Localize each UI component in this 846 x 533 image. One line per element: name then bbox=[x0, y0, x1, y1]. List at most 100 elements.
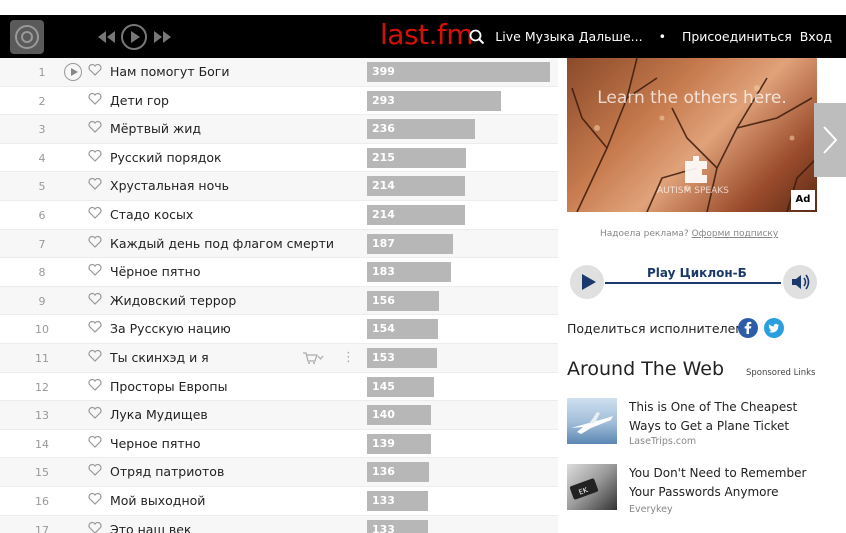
sponsored-item[interactable]: EK You Don't Need to Remember Your Passw… bbox=[567, 464, 837, 526]
listener-count: 214 bbox=[372, 207, 395, 221]
track-row[interactable]: 8 Чёрное пятно 183 bbox=[0, 258, 558, 287]
track-row[interactable]: 11 Ты скинхэд и я ⋮ 153 bbox=[0, 343, 558, 373]
track-title[interactable]: Русский порядок bbox=[110, 150, 222, 165]
track-title[interactable]: Это наш век bbox=[110, 522, 191, 533]
lastfm-logo[interactable]: last.fm bbox=[380, 18, 474, 51]
play-button[interactable] bbox=[570, 265, 604, 299]
listener-bar: 154 bbox=[367, 319, 438, 340]
heart-icon[interactable] bbox=[88, 435, 102, 449]
track-title[interactable]: Дети гор bbox=[110, 93, 169, 108]
facebook-icon[interactable] bbox=[738, 318, 758, 338]
track-row[interactable]: 3 Мёртвый жид 236 bbox=[0, 115, 558, 144]
key-thumbnail[interactable]: EK bbox=[567, 464, 617, 510]
track-row[interactable]: 2 Дети гор 293 bbox=[0, 87, 558, 116]
heart-icon[interactable] bbox=[88, 177, 102, 191]
track-title[interactable]: Нам помогут Боги bbox=[110, 64, 230, 79]
track-title[interactable]: Лука Мудищев bbox=[110, 407, 208, 422]
listener-bar: 215 bbox=[367, 147, 466, 168]
track-number: 16 bbox=[35, 494, 49, 508]
heart-icon[interactable] bbox=[88, 463, 102, 477]
heart-icon[interactable] bbox=[88, 349, 102, 363]
next-track-icon[interactable] bbox=[152, 24, 172, 50]
track-title[interactable]: Жидовский террор bbox=[110, 293, 236, 308]
track-title[interactable]: Стадо косых bbox=[110, 207, 193, 222]
scrobble-logo-icon[interactable] bbox=[10, 20, 44, 54]
track-title[interactable]: Отряд патриотов bbox=[110, 464, 224, 479]
sponsored-links-label[interactable]: Sponsored Links bbox=[746, 368, 815, 378]
more-options-icon[interactable]: ⋮ bbox=[342, 350, 355, 365]
heart-icon[interactable] bbox=[88, 149, 102, 163]
track-row[interactable]: 6 Стадо косых 214 bbox=[0, 201, 558, 230]
heart-icon[interactable] bbox=[88, 63, 102, 77]
track-row[interactable]: 10 За Русскую нацию 154 bbox=[0, 315, 558, 344]
ad-headline: Learn the others here. bbox=[597, 88, 787, 108]
track-row[interactable]: 5 Хрустальная ночь 214 bbox=[0, 172, 558, 201]
heart-icon[interactable] bbox=[88, 120, 102, 134]
track-title[interactable]: Мой выходной bbox=[110, 493, 205, 508]
sponsored-item-title[interactable]: You Don't Need to Remember Your Password… bbox=[629, 464, 829, 502]
track-number: 15 bbox=[35, 466, 49, 480]
play-track-icon[interactable] bbox=[64, 63, 82, 81]
track-number: 10 bbox=[35, 323, 49, 337]
track-title[interactable]: Черное пятно bbox=[110, 436, 200, 451]
nav-music[interactable]: Музыка bbox=[525, 29, 575, 44]
buy-cart-icon[interactable] bbox=[302, 351, 324, 365]
heart-icon[interactable] bbox=[88, 320, 102, 334]
track-title[interactable]: За Русскую нацию bbox=[110, 321, 231, 336]
player-label[interactable]: Play Циклон-Б bbox=[647, 266, 747, 280]
listener-count: 140 bbox=[372, 408, 395, 422]
track-number: 13 bbox=[35, 409, 49, 423]
subscribe-link[interactable]: Оформи подписку bbox=[692, 229, 779, 239]
page: last.fm Live Музыка Дальше... • Присоеди… bbox=[0, 0, 846, 533]
track-number: 17 bbox=[35, 523, 49, 533]
track-row[interactable]: 1 Нам помогут Боги 399 bbox=[0, 58, 558, 87]
track-title[interactable]: Ты скинхэд и я bbox=[110, 350, 209, 365]
track-row[interactable]: 13 Лука Мудищев 140 bbox=[0, 401, 558, 430]
track-row[interactable]: 7 Каждый день под флагом смерти 187 bbox=[0, 229, 558, 259]
nav-more[interactable]: Дальше... bbox=[579, 29, 643, 44]
track-title[interactable]: Чёрное пятно bbox=[110, 264, 200, 279]
listener-bar: 133 bbox=[367, 519, 428, 533]
nav-live[interactable]: Live bbox=[495, 29, 521, 44]
search-icon[interactable] bbox=[469, 29, 485, 45]
listener-bar: 145 bbox=[367, 376, 434, 397]
track-title[interactable]: Мёртвый жид bbox=[110, 121, 201, 136]
track-list: 1 Нам помогут Боги 399 2 Дети гор 293 3 … bbox=[0, 58, 558, 533]
join-link[interactable]: Присоединиться bbox=[682, 29, 792, 44]
track-row[interactable]: 12 Просторы Европы 145 bbox=[0, 373, 558, 402]
track-row[interactable]: 17 Это наш век 133 bbox=[0, 515, 558, 533]
listener-count: 183 bbox=[372, 265, 395, 279]
ad-banner[interactable]: Learn the others here. AUTISM SPEAKS Ad bbox=[567, 58, 817, 212]
heart-icon[interactable] bbox=[88, 263, 102, 277]
heart-icon[interactable] bbox=[88, 521, 102, 533]
heart-icon[interactable] bbox=[88, 492, 102, 506]
track-number: 2 bbox=[38, 94, 46, 108]
sponsored-item-title[interactable]: This is One of The Cheapest Ways to Get … bbox=[629, 398, 829, 436]
heart-icon[interactable] bbox=[88, 235, 102, 249]
volume-icon[interactable] bbox=[783, 265, 817, 299]
heart-icon[interactable] bbox=[88, 92, 102, 106]
track-row[interactable]: 9 Жидовский террор 156 bbox=[0, 286, 558, 316]
track-title[interactable]: Просторы Европы bbox=[110, 379, 227, 394]
listener-bar: 293 bbox=[367, 90, 501, 111]
plane-thumbnail[interactable] bbox=[567, 398, 617, 444]
play-icon[interactable] bbox=[120, 24, 148, 50]
track-title[interactable]: Хрустальная ночь bbox=[110, 178, 229, 193]
track-row[interactable]: 16 Мой выходной 133 bbox=[0, 487, 558, 516]
login-link[interactable]: Вход bbox=[800, 29, 832, 44]
sponsored-item[interactable]: This is One of The Cheapest Ways to Get … bbox=[567, 398, 837, 460]
heart-icon[interactable] bbox=[88, 292, 102, 306]
track-row[interactable]: 14 Черное пятно 139 bbox=[0, 430, 558, 459]
listener-bar: 140 bbox=[367, 405, 431, 426]
twitter-icon[interactable] bbox=[764, 318, 784, 338]
ad-next-arrow-icon[interactable] bbox=[814, 103, 846, 177]
sponsored-item-source: Everykey bbox=[629, 504, 673, 515]
track-number: 8 bbox=[38, 266, 46, 280]
track-title[interactable]: Каждый день под флагом смерти bbox=[110, 236, 334, 251]
heart-icon[interactable] bbox=[88, 206, 102, 220]
heart-icon[interactable] bbox=[88, 378, 102, 392]
track-row[interactable]: 4 Русский порядок 215 bbox=[0, 144, 558, 173]
previous-track-icon[interactable] bbox=[97, 24, 117, 50]
heart-icon[interactable] bbox=[88, 406, 102, 420]
track-row[interactable]: 15 Отряд патриотов 136 bbox=[0, 458, 558, 487]
